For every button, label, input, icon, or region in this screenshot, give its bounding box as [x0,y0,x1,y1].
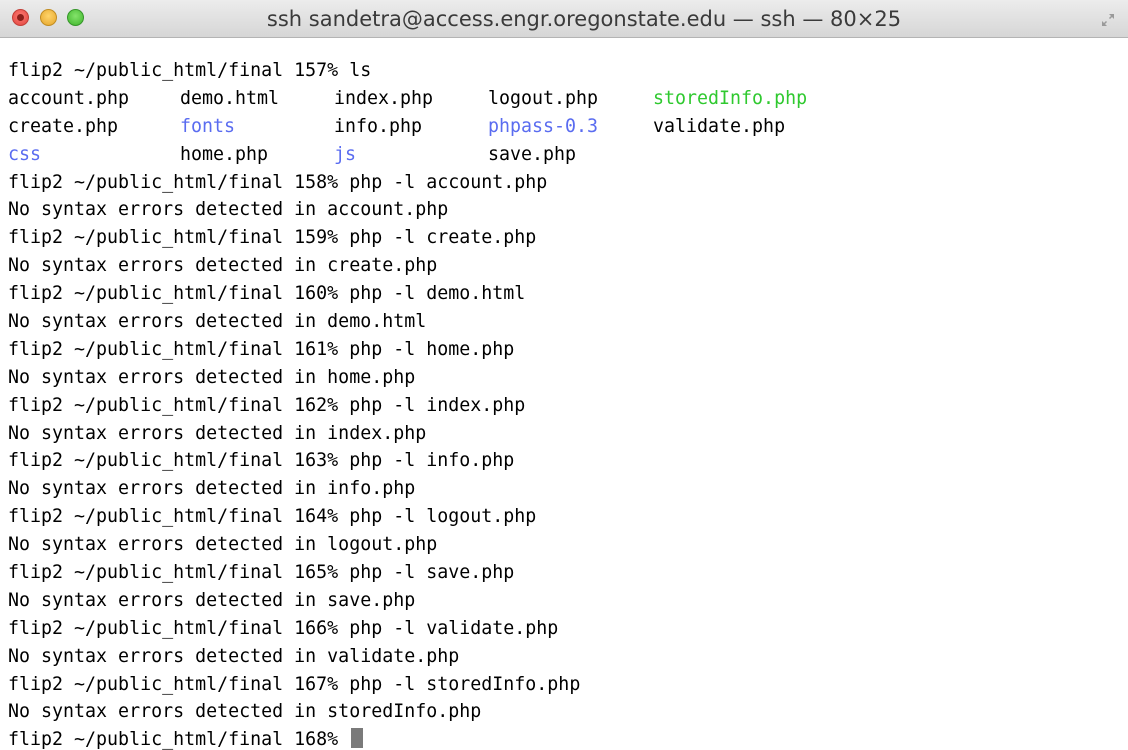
zoom-window-button[interactable] [67,9,84,26]
title-bar[interactable]: ssh sandetra@access.engr.oregonstate.edu… [0,0,1128,38]
command-line: flip2 ~/public_html/final 163% php -l in… [8,450,515,472]
window-title: ssh sandetra@access.engr.oregonstate.edu… [266,7,902,31]
ls-entry: css [8,143,42,165]
command-line: flip2 ~/public_html/final 167% php -l st… [8,673,581,695]
command-line: flip2 ~/public_html/final 165% php -l sa… [8,562,515,584]
ls-output-row: css home.php js save.php [8,141,1128,169]
ls-output-row: account.php demo.html index.php logout.p… [8,85,1128,113]
ls-entry: home.php [180,143,269,165]
ls-output-row: create.php fonts info.php phpass-0.3 val… [8,113,1128,141]
output-line: No syntax errors detected in logout.php [8,534,438,556]
ls-entry: phpass-0.3 [488,115,599,137]
output-line: No syntax errors detected in account.php [8,199,449,221]
command-line: flip2 ~/public_html/final 162% php -l in… [8,394,526,416]
ls-entry: create.php [8,115,119,137]
fullscreen-icon[interactable] [1100,12,1116,28]
ls-entry: info.php [334,115,423,137]
terminal-output[interactable]: flip2 ~/public_html/final 157% ls accoun… [0,38,1128,750]
ls-entry: account.php [8,87,130,109]
close-window-button[interactable] [12,9,29,26]
output-line: No syntax errors detected in save.php [8,589,416,611]
ls-entry: js [334,143,357,165]
output-line: No syntax errors detected in index.php [8,422,427,444]
output-line: No syntax errors detected in validate.ph… [8,645,460,667]
ls-entry: storedInfo.php [653,87,808,109]
current-prompt-line[interactable]: flip2 ~/public_html/final 168% [8,726,1128,750]
minimize-window-button[interactable] [40,9,57,26]
text-cursor [351,728,364,749]
output-line: No syntax errors detected in demo.html [8,311,427,333]
ls-entry [653,141,873,169]
command-line: flip2 ~/public_html/final 161% php -l ho… [8,338,515,360]
ls-entry: save.php [488,143,577,165]
ls-command-line: flip2 ~/public_html/final 157% ls [8,60,372,81]
output-line: No syntax errors detected in info.php [8,478,416,500]
command-line: flip2 ~/public_html/final 164% php -l lo… [8,506,537,528]
output-line: No syntax errors detected in storedInfo.… [8,701,482,723]
command-line: flip2 ~/public_html/final 166% php -l va… [8,617,559,639]
command-line: flip2 ~/public_html/final 159% php -l cr… [8,227,537,249]
command-line: flip2 ~/public_html/final 160% php -l de… [8,283,526,305]
ls-entry: logout.php [488,87,599,109]
output-line: No syntax errors detected in create.php [8,255,438,277]
terminal-window: ssh sandetra@access.engr.oregonstate.edu… [0,0,1128,750]
ls-entry: validate.php [653,115,786,137]
ls-entry: fonts [180,115,236,137]
output-line: No syntax errors detected in home.php [8,366,416,388]
shell-prompt: flip2 ~/public_html/final 168% [8,729,350,750]
ls-entry: demo.html [180,87,280,109]
command-line: flip2 ~/public_html/final 158% php -l ac… [8,171,548,193]
ls-entry: index.php [334,87,434,109]
